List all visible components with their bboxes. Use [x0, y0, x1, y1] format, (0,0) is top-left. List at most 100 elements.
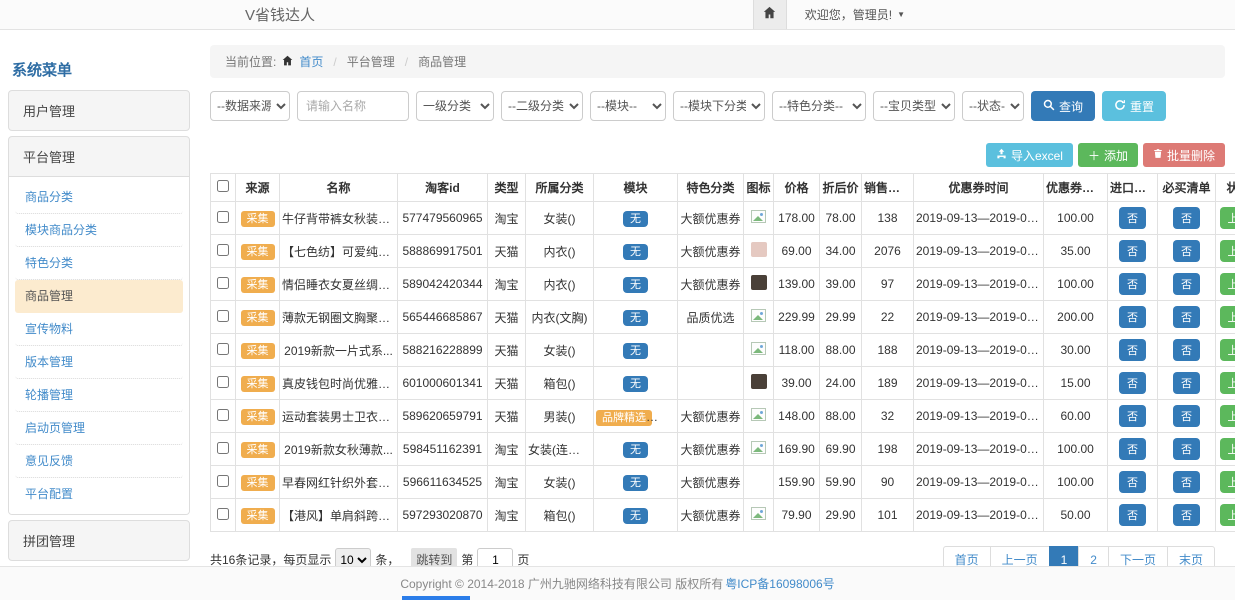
reset-button[interactable]: 重置 — [1102, 91, 1166, 121]
must-buy-toggle[interactable]: 否 — [1173, 306, 1200, 328]
status-button[interactable]: 上架 — [1220, 471, 1235, 493]
row-checkbox[interactable] — [217, 442, 229, 454]
status-button[interactable]: 上架 — [1220, 240, 1235, 262]
source-cell: 采集 — [236, 235, 280, 268]
must-buy-toggle[interactable]: 否 — [1173, 405, 1200, 427]
must-buy-toggle[interactable]: 否 — [1173, 240, 1200, 262]
filter-select-7[interactable]: --状态-- — [962, 91, 1024, 121]
filter-select-5[interactable]: --特色分类-- — [772, 91, 866, 121]
name-search-input[interactable] — [297, 91, 409, 121]
filter-select-0[interactable]: --数据来源-- — [210, 91, 290, 121]
row-checkbox[interactable] — [217, 310, 229, 322]
sidebar-item-启动页管理[interactable]: 启动页管理 — [15, 412, 183, 445]
must-buy-toggle[interactable]: 否 — [1173, 372, 1200, 394]
page-button-2[interactable]: 2 — [1078, 546, 1109, 566]
jump-to-button[interactable]: 跳转到 — [411, 548, 457, 566]
breadcrumb-home-link[interactable]: 首页 — [299, 53, 323, 70]
page-button-首页[interactable]: 首页 — [943, 546, 991, 566]
status-button[interactable]: 上架 — [1220, 438, 1235, 460]
sidebar-item-商品分类[interactable]: 商品分类 — [15, 181, 183, 214]
row-checkbox[interactable] — [217, 211, 229, 223]
search-button[interactable]: 查询 — [1031, 91, 1095, 121]
row-checkbox[interactable] — [217, 277, 229, 289]
status-button[interactable]: 上架 — [1220, 339, 1235, 361]
per-page-select[interactable]: 10 — [335, 548, 371, 567]
page-jump-input[interactable] — [477, 548, 513, 567]
module-cell: 无 — [594, 235, 678, 268]
sidebar-item-宣传物料[interactable]: 宣传物料 — [15, 313, 183, 346]
filter-select-6[interactable]: --宝贝类型-- — [873, 91, 955, 121]
search-icon — [1043, 99, 1055, 114]
sidebar-item-模块商品分类[interactable]: 模块商品分类 — [15, 214, 183, 247]
must-buy-toggle[interactable]: 否 — [1173, 438, 1200, 460]
must-buy-toggle[interactable]: 否 — [1173, 207, 1200, 229]
page-button-上一页[interactable]: 上一页 — [990, 546, 1050, 566]
select-all-header — [211, 174, 236, 202]
sidebar-menu-2[interactable]: 拼团管理 — [9, 521, 189, 560]
import-select-toggle[interactable]: 否 — [1119, 240, 1146, 262]
sidebar-menu-1[interactable]: 平台管理 — [9, 137, 189, 176]
import-excel-button[interactable]: 导入excel — [986, 143, 1073, 167]
filter-select-4[interactable]: --模块下分类-- — [673, 91, 765, 121]
module-badge: 无 — [623, 376, 648, 392]
sidebar-item-意见反馈[interactable]: 意见反馈 — [15, 445, 183, 478]
row-checkbox[interactable] — [217, 343, 229, 355]
products-table: 来源名称淘客id类型所属分类模块特色分类图标价格折后价销售数量优惠券时间优惠券金… — [210, 173, 1235, 532]
import-select-toggle[interactable]: 否 — [1119, 372, 1146, 394]
row-checkbox[interactable] — [217, 409, 229, 421]
row-checkbox[interactable] — [217, 244, 229, 256]
must-buy-toggle[interactable]: 否 — [1173, 504, 1200, 526]
import-select-toggle[interactable]: 否 — [1119, 306, 1146, 328]
taoke-id-cell: 601000601341 — [398, 367, 488, 400]
name-cell: 情侣睡衣女夏丝绸男士... — [280, 268, 398, 301]
select-all-checkbox[interactable] — [217, 180, 229, 192]
import-select-toggle[interactable]: 否 — [1119, 471, 1146, 493]
user-menu[interactable]: 欢迎您，管理员! ▼ — [805, 6, 905, 23]
page-button-下一页[interactable]: 下一页 — [1108, 546, 1168, 566]
coupon-amount-cell: 50.00 — [1044, 499, 1108, 532]
table-row: 采集【七色纺】可爱纯棉家...588869917501天猫内衣()无大额优惠券6… — [211, 235, 1235, 268]
import-select-toggle[interactable]: 否 — [1119, 339, 1146, 361]
app-title: V省钱达人 — [245, 4, 315, 25]
import-select-toggle[interactable]: 否 — [1119, 405, 1146, 427]
filter-select-2[interactable]: --二级分类-- — [501, 91, 583, 121]
status-button[interactable]: 上架 — [1220, 504, 1235, 526]
filter-select-1[interactable]: 一级分类 — [416, 91, 494, 121]
filter-select-3[interactable]: --模块-- — [590, 91, 666, 121]
status-button[interactable]: 上架 — [1220, 306, 1235, 328]
broken-image-icon — [751, 309, 766, 322]
sidebar-panel: 平台管理商品分类模块商品分类特色分类商品管理宣传物料版本管理轮播管理启动页管理意… — [8, 136, 190, 515]
status-button[interactable]: 上架 — [1220, 207, 1235, 229]
row-checkbox[interactable] — [217, 376, 229, 388]
must-buy-toggle[interactable]: 否 — [1173, 339, 1200, 361]
icp-link[interactable]: 粤ICP备16098006号 — [725, 575, 834, 592]
category-cell: 女装() — [526, 466, 594, 499]
batch-delete-button[interactable]: 批量删除 — [1143, 143, 1225, 167]
sidebar-item-平台配置[interactable]: 平台配置 — [15, 478, 183, 510]
sidebar-item-版本管理[interactable]: 版本管理 — [15, 346, 183, 379]
sidebar-item-label: 特色分类 — [25, 256, 73, 270]
import-select-toggle[interactable]: 否 — [1119, 438, 1146, 460]
add-button[interactable]: ＋ 添加 — [1078, 143, 1138, 167]
row-checkbox[interactable] — [217, 508, 229, 520]
import-select-toggle[interactable]: 否 — [1119, 273, 1146, 295]
status-button[interactable]: 上架 — [1220, 273, 1235, 295]
sidebar-item-商品管理[interactable]: 商品管理 — [15, 280, 183, 313]
page-button-1[interactable]: 1 — [1049, 546, 1080, 566]
import-select-toggle[interactable]: 否 — [1119, 207, 1146, 229]
status-button[interactable]: 上架 — [1220, 372, 1235, 394]
action-toolbar: 导入excel ＋ 添加 批量删除 — [210, 143, 1225, 167]
sidebar-item-特色分类[interactable]: 特色分类 — [15, 247, 183, 280]
sidebar-menu-0[interactable]: 用户管理 — [9, 91, 189, 130]
page-button-末页[interactable]: 末页 — [1167, 546, 1215, 566]
must-buy-toggle[interactable]: 否 — [1173, 273, 1200, 295]
import-select-toggle[interactable]: 否 — [1119, 504, 1146, 526]
product-thumbnail — [751, 374, 767, 389]
must-buy-toggle[interactable]: 否 — [1173, 471, 1200, 493]
type-cell: 天猫 — [488, 235, 526, 268]
home-button[interactable] — [753, 0, 787, 29]
sidebar-item-轮播管理[interactable]: 轮播管理 — [15, 379, 183, 412]
status-button[interactable]: 上架 — [1220, 405, 1235, 427]
row-checkbox[interactable] — [217, 475, 229, 487]
row-select-cell — [211, 400, 236, 433]
